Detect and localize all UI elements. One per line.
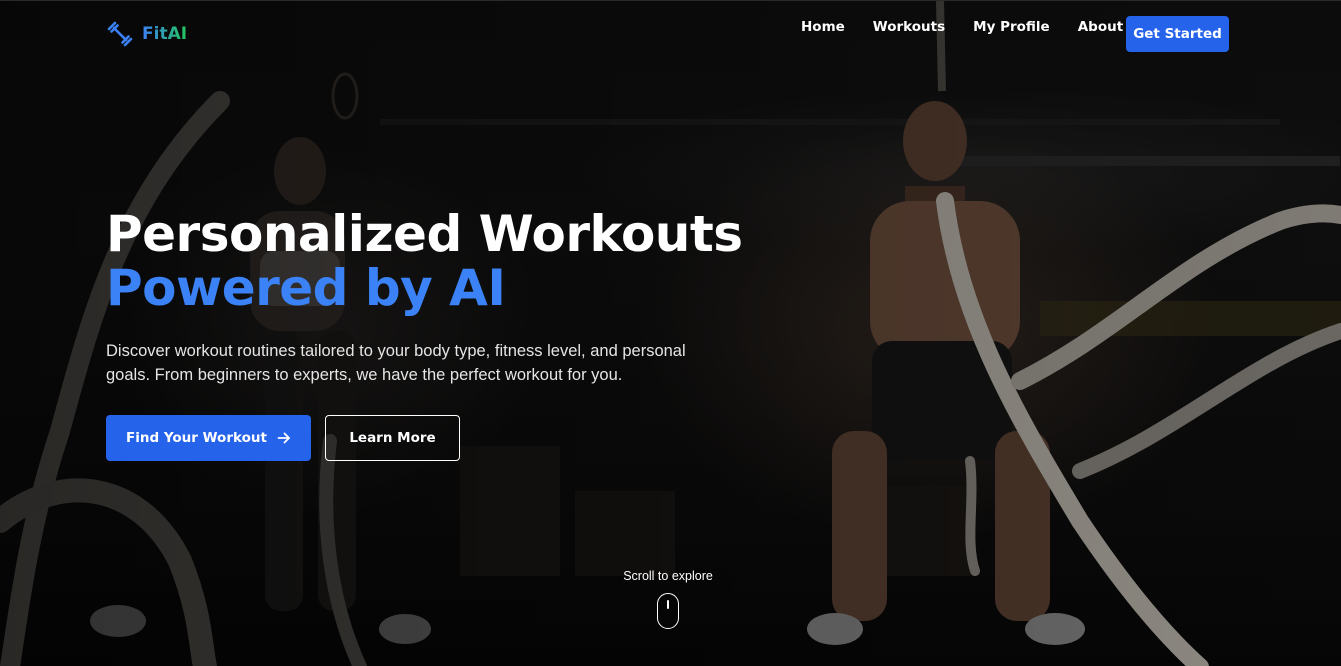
nav-links: Home Workouts My Profile About bbox=[801, 18, 1123, 36]
find-your-workout-label: Find Your Workout bbox=[126, 430, 267, 446]
headline-line-1: Personalized Workouts bbox=[106, 205, 743, 263]
hero-dark-overlay bbox=[0, 1, 1341, 666]
arrow-right-icon bbox=[277, 432, 290, 444]
mouse-wheel bbox=[667, 600, 669, 609]
dumbbell-icon bbox=[107, 21, 133, 47]
scroll-hint-label: Scroll to explore bbox=[623, 569, 713, 583]
hero-description: Discover workout routines tailored to yo… bbox=[106, 342, 686, 384]
brand-name: FitAI bbox=[142, 24, 188, 44]
nav-link-about[interactable]: About bbox=[1078, 19, 1123, 35]
brand-logo[interactable]: FitAI bbox=[106, 19, 187, 49]
mouse-icon[interactable] bbox=[657, 593, 679, 629]
get-started-button[interactable]: Get Started bbox=[1126, 16, 1229, 52]
nav-link-home[interactable]: Home bbox=[801, 19, 845, 35]
nav-link-workouts[interactable]: Workouts bbox=[873, 19, 945, 35]
nav-link-my-profile[interactable]: My Profile bbox=[973, 19, 1050, 35]
hero-section: FitAI Home Workouts My Profile About Get… bbox=[0, 0, 1341, 666]
learn-more-button[interactable]: Learn More bbox=[325, 415, 460, 461]
top-navbar: FitAI Home Workouts My Profile About Get… bbox=[0, 1, 1341, 71]
hero-headline: Personalized Workouts Powered by AI bbox=[106, 207, 743, 315]
find-your-workout-button[interactable]: Find Your Workout bbox=[106, 415, 311, 461]
headline-line-2: Powered by AI bbox=[106, 259, 506, 317]
